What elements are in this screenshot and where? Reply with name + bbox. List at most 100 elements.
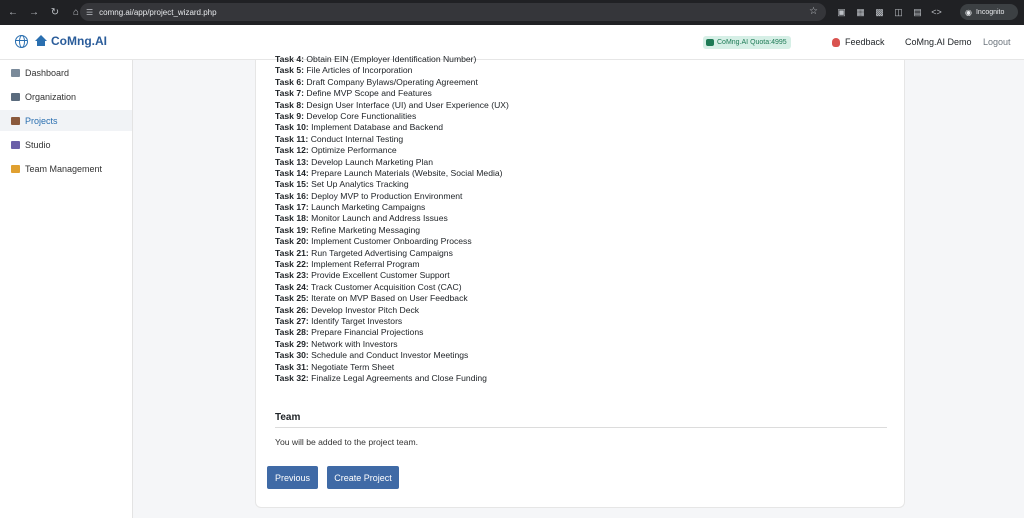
task-number: Task 28:	[275, 327, 309, 338]
task-title: Network with Investors	[311, 338, 398, 349]
task-item: Task 18: Monitor Launch and Address Issu…	[275, 213, 509, 224]
sidebar-item-team-management[interactable]: Team Management	[0, 158, 132, 179]
create-project-button[interactable]: Create Project	[327, 466, 399, 489]
task-number: Task 17:	[275, 202, 309, 213]
task-item: Task 12: Optimize Performance	[275, 145, 509, 156]
home-icon	[35, 35, 47, 47]
grid-icon	[11, 68, 20, 77]
reload-icon[interactable]: ↻	[45, 3, 65, 23]
sidebar-item-projects[interactable]: Projects	[0, 110, 132, 131]
robot-icon	[706, 39, 714, 46]
task-title: Refine Marketing Messaging	[311, 224, 421, 235]
people-icon	[11, 164, 20, 173]
task-item: Task 14: Prepare Launch Materials (Websi…	[275, 168, 509, 179]
previous-button[interactable]: Previous	[267, 466, 318, 489]
sidebar-item-dashboard[interactable]: Dashboard	[0, 62, 132, 83]
task-number: Task 21:	[275, 247, 309, 258]
extension-icon[interactable]: ▣	[832, 3, 851, 21]
task-number: Task 22:	[275, 259, 309, 270]
feedback-link[interactable]: Feedback	[832, 37, 885, 47]
task-item: Task 4: Obtain EIN (Employer Identificat…	[275, 54, 509, 65]
task-number: Task 24:	[275, 281, 309, 292]
globe-icon[interactable]	[15, 34, 28, 48]
task-number: Task 15:	[275, 179, 309, 190]
task-title: Finalize Legal Agreements and Close Fund…	[311, 372, 487, 383]
task-number: Task 31:	[275, 361, 309, 372]
task-title: Conduct Internal Testing	[310, 133, 404, 144]
team-description: You will be added to the project team.	[275, 437, 419, 447]
task-title: Identify Target Investors	[311, 315, 403, 326]
task-item: Task 24: Track Customer Acquisition Cost…	[275, 282, 509, 293]
site-info-icon[interactable]: ☰	[86, 8, 93, 17]
task-title: File Articles of Incorporation	[306, 65, 413, 76]
building-icon	[11, 92, 20, 101]
brand-name[interactable]: CoMng.AI	[51, 34, 107, 48]
task-number: Task 11:	[275, 133, 309, 144]
task-title: Prepare Launch Materials (Website, Socia…	[311, 167, 503, 178]
task-item: Task 13: Develop Launch Marketing Plan	[275, 157, 509, 168]
quota-label: CoMng.AI Quota:4995	[717, 39, 787, 46]
task-list: Task 4: Obtain EIN (Employer Identificat…	[275, 54, 509, 384]
task-title: Deploy MVP to Production Environment	[311, 190, 463, 201]
task-title: Launch Marketing Campaigns	[311, 202, 426, 213]
sidebar-item-label: Team Management	[25, 163, 103, 174]
task-number: Task 16:	[275, 190, 309, 201]
task-item: Task 22: Implement Referral Program	[275, 259, 509, 270]
task-number: Task 23:	[275, 270, 309, 281]
browser-toolbar: ← → ↻ ⌂ ☰ comng.ai/app/project_wizard.ph…	[0, 0, 1024, 25]
address-bar[interactable]: ☰ comng.ai/app/project_wizard.php ☆	[80, 3, 826, 21]
incognito-icon: ◉	[965, 7, 972, 17]
reading-list-icon[interactable]: ▤	[908, 3, 927, 21]
back-icon[interactable]: ←	[3, 3, 23, 23]
puzzle-icon[interactable]: ▦	[851, 3, 870, 21]
task-number: Task 7:	[275, 88, 304, 99]
task-item: Task 26: Develop Investor Pitch Deck	[275, 305, 509, 316]
task-number: Task 14:	[275, 167, 309, 178]
task-title: Implement Database and Backend	[311, 122, 444, 133]
task-title: Track Customer Acquisition Cost (CAC)	[311, 281, 462, 292]
task-item: Task 23: Provide Excellent Customer Supp…	[275, 270, 509, 281]
task-number: Task 32:	[275, 372, 309, 383]
logout-link[interactable]: Logout	[983, 37, 1011, 47]
task-title: Monitor Launch and Address Issues	[311, 213, 448, 224]
task-title: Design User Interface (UI) and User Expe…	[306, 99, 509, 110]
url-text: comng.ai/app/project_wizard.php	[99, 7, 217, 17]
sidebar-icon[interactable]: ◫	[889, 3, 908, 21]
sidebar-item-label: Studio	[25, 139, 51, 150]
sidebar-item-studio[interactable]: Studio	[0, 134, 132, 155]
incognito-badge[interactable]: ◉ Incognito	[960, 4, 1018, 20]
task-title: Develop Investor Pitch Deck	[311, 304, 420, 315]
briefcase-icon	[11, 116, 20, 125]
sidebar-item-label: Dashboard	[25, 67, 70, 78]
brand[interactable]: CoMng.AI	[15, 34, 107, 48]
task-item: Task 27: Identify Target Investors	[275, 316, 509, 327]
team-heading: Team	[275, 412, 301, 423]
task-title: Run Targeted Advertising Campaigns	[311, 247, 453, 258]
task-title: Develop Launch Marketing Plan	[311, 156, 433, 167]
task-item: Task 20: Implement Customer Onboarding P…	[275, 236, 509, 247]
task-item: Task 6: Draft Company Bylaws/Operating A…	[275, 77, 509, 88]
task-title: Iterate on MVP Based on User Feedback	[311, 293, 468, 304]
task-title: Obtain EIN (Employer Identification Numb…	[306, 54, 477, 64]
devtools-icon[interactable]: <>	[927, 3, 946, 21]
sidebar-item-organization[interactable]: Organization	[0, 86, 132, 107]
task-number: Task 4:	[275, 54, 304, 64]
task-number: Task 19:	[275, 224, 309, 235]
task-number: Task 25:	[275, 293, 309, 304]
task-number: Task 29:	[275, 338, 309, 349]
sidebar-item-label: Organization	[25, 91, 77, 102]
browser-extensions: ▣ ▦ ▩ ◫ ▤ <>	[832, 3, 946, 21]
task-item: Task 8: Design User Interface (UI) and U…	[275, 100, 509, 111]
task-item: Task 29: Network with Investors	[275, 339, 509, 350]
film-icon	[11, 140, 20, 149]
task-number: Task 8:	[275, 99, 304, 110]
bookmark-star-icon[interactable]: ☆	[809, 6, 818, 17]
task-number: Task 30:	[275, 350, 309, 361]
task-number: Task 18:	[275, 213, 309, 224]
task-title: Prepare Financial Projections	[311, 327, 424, 338]
task-number: Task 10:	[275, 122, 309, 133]
user-menu[interactable]: CoMng.AI Demo	[905, 37, 972, 47]
save-page-icon[interactable]: ▩	[870, 3, 889, 21]
task-item: Task 19: Refine Marketing Messaging	[275, 225, 509, 236]
forward-icon[interactable]: →	[24, 3, 44, 23]
